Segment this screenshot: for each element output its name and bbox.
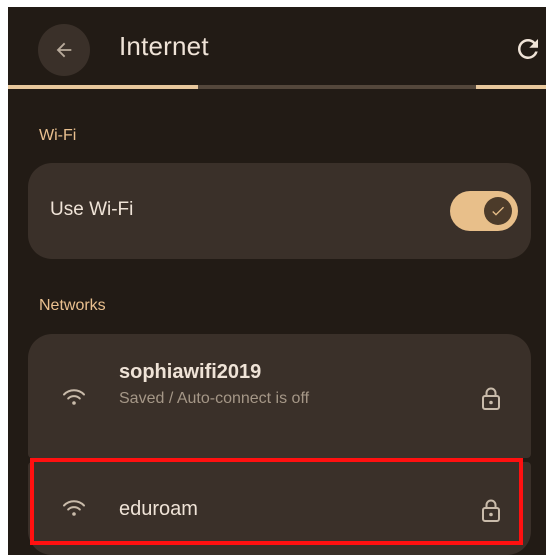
lock-icon — [482, 387, 500, 410]
check-icon — [492, 206, 504, 216]
page-title: Internet — [119, 31, 209, 61]
progress-segment — [476, 85, 546, 89]
refresh-icon — [518, 38, 538, 59]
scan-progress-bar — [8, 85, 546, 89]
wifi-icon — [63, 389, 85, 405]
use-wifi-toggle[interactable] — [450, 191, 518, 231]
progress-segment — [8, 85, 198, 89]
use-wifi-label: Use Wi-Fi — [50, 199, 134, 220]
wifi-section-label: Wi-Fi — [39, 127, 77, 144]
network-item-sophiawifi2019[interactable]: sophiawifi2019 Saved / Auto-connect is o… — [28, 334, 531, 458]
lock-icon — [482, 499, 500, 522]
use-wifi-row[interactable]: Use Wi-Fi — [28, 163, 531, 259]
network-status: Saved / Auto-connect is off — [119, 390, 310, 407]
app-bar: Internet — [8, 7, 546, 89]
network-item-eduroam[interactable]: eduroam — [28, 462, 531, 555]
network-name: eduroam — [119, 498, 198, 520]
back-button[interactable] — [38, 24, 90, 76]
arrow-back-icon — [56, 42, 72, 58]
toggle-thumb — [484, 197, 512, 225]
internet-settings-screen: Internet Wi-Fi Use Wi-Fi Networks sophia… — [8, 7, 546, 555]
network-name: sophiawifi2019 — [119, 361, 262, 383]
refresh-button[interactable] — [510, 31, 546, 67]
networks-section-label: Networks — [39, 297, 106, 314]
wifi-icon — [63, 500, 85, 516]
